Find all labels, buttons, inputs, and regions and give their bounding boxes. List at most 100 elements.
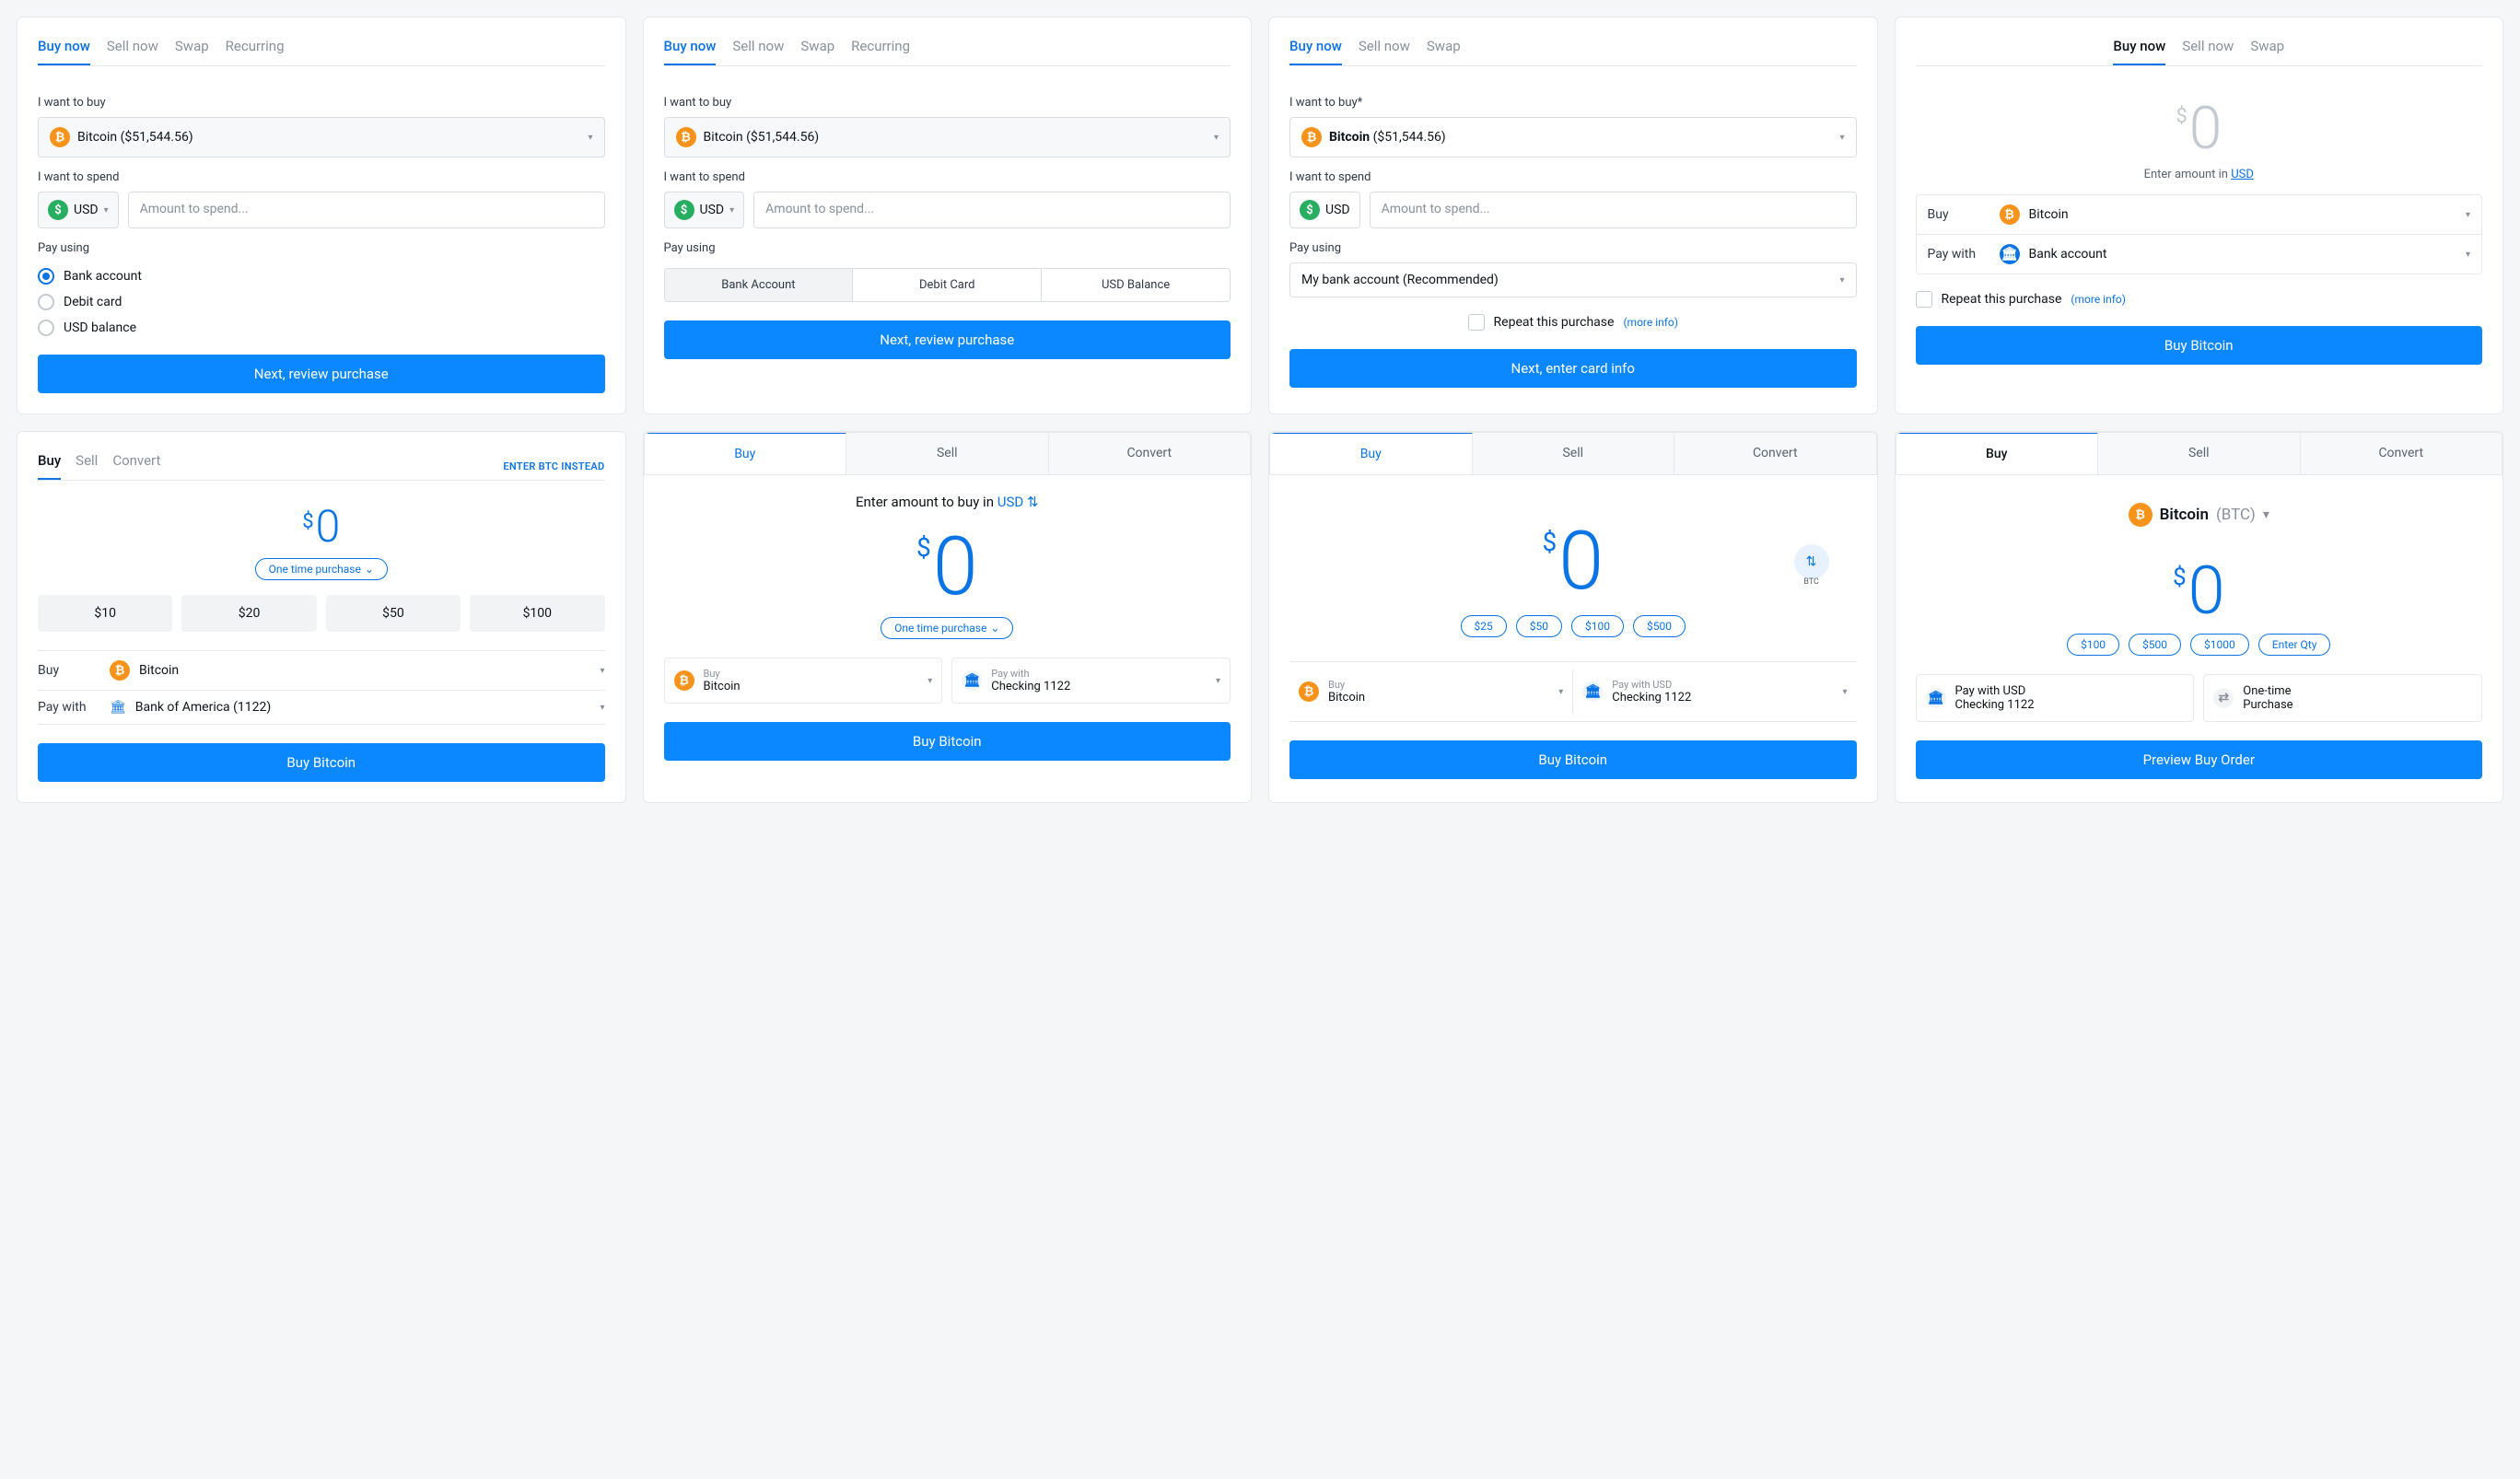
frequency-pill[interactable]: One time purchase ⌄: [881, 617, 1013, 639]
currency-link[interactable]: USD: [2231, 168, 2254, 181]
seg-usd-balance[interactable]: USD Balance: [1042, 269, 1230, 301]
buy-select[interactable]: Buy ₿ Bitcoin ▾: [38, 651, 605, 691]
pill-25[interactable]: $25: [1461, 615, 1507, 637]
tab-buy-now[interactable]: Buy now: [664, 38, 717, 65]
tab-sell[interactable]: Sell: [1473, 433, 1675, 474]
pay-with-select[interactable]: Pay with USDChecking 1122 ▾: [1573, 670, 1856, 714]
repeat-checkbox[interactable]: [1916, 291, 1932, 308]
pay-with-select[interactable]: Pay with Bank account ▾: [1917, 235, 2482, 274]
pay-method-select[interactable]: My bank account (Recommended) ▾: [1289, 262, 1857, 297]
tab-convert[interactable]: Convert: [1674, 433, 1876, 474]
radio-debit-card[interactable]: Debit card: [38, 294, 605, 310]
tab-sell[interactable]: Sell: [76, 452, 98, 480]
label-want-spend: I want to spend: [38, 170, 605, 184]
tab-buy-now[interactable]: Buy now: [2113, 38, 2165, 65]
frequency-pill[interactable]: One time purchase ⌄: [255, 558, 388, 580]
amount-display[interactable]: $ 0: [1916, 558, 2483, 624]
dollar-sign: $: [1542, 527, 1557, 557]
swap-currency-button[interactable]: ⇅ BTC: [1794, 544, 1829, 579]
next-button[interactable]: Next, enter card info: [1289, 349, 1857, 388]
amount-display[interactable]: $ 0: [38, 505, 605, 549]
chevron-down-icon: ▾: [1558, 687, 1563, 697]
currency-select[interactable]: $ USD: [1289, 192, 1360, 228]
asset-select[interactable]: ₿ Bitcoin ($51,544.56) ▾: [1289, 117, 1857, 157]
pill-50[interactable]: $50: [1516, 615, 1562, 637]
tab-sell[interactable]: Sell: [846, 433, 1049, 474]
buy-button[interactable]: Buy Bitcoin: [664, 722, 1231, 761]
hint: Enter amount in USD: [1916, 168, 2483, 181]
pay-radio-group: Bank account Debit card USD balance: [38, 268, 605, 336]
asset-select[interactable]: ₿ Bitcoin (BTC) ▾: [1916, 503, 2483, 527]
pay-with-select[interactable]: Pay with Bank of America (1122) ▾: [38, 691, 605, 724]
currency-link[interactable]: USD ⇅: [998, 494, 1039, 510]
chip-20[interactable]: $20: [181, 595, 316, 632]
tab-buy[interactable]: Buy: [1270, 432, 1473, 474]
pill-500[interactable]: $500: [1633, 615, 1686, 637]
tab-sell-now[interactable]: Sell now: [1359, 38, 1410, 65]
next-button[interactable]: Next, review purchase: [38, 355, 605, 393]
amount-value: 0: [2189, 99, 2222, 158]
card-buy-dropdown: Buy now Sell now Swap I want to buy* ₿ B…: [1268, 17, 1878, 414]
bank-icon: [1582, 681, 1603, 702]
tab-convert[interactable]: Convert: [2301, 433, 2502, 474]
buy-button[interactable]: Buy Bitcoin: [1289, 740, 1857, 779]
buy-select[interactable]: ₿ BuyBitcoin ▾: [1289, 670, 1573, 714]
tab-buy[interactable]: Buy: [38, 452, 61, 480]
pill-enter-qty[interactable]: Enter Qty: [2258, 634, 2331, 656]
amount-display[interactable]: $ 0 ⇅ BTC: [1317, 521, 1829, 602]
pill-100[interactable]: $100: [1571, 615, 1624, 637]
currency-select[interactable]: $ USD ▾: [38, 192, 119, 228]
buy-select[interactable]: Buy ₿ Bitcoin ▾: [1917, 195, 2482, 235]
more-info-link[interactable]: (more info): [2071, 293, 2126, 306]
next-button[interactable]: Next, review purchase: [664, 320, 1231, 359]
buy-button[interactable]: Buy Bitcoin: [38, 743, 605, 782]
tab-swap[interactable]: Swap: [2250, 38, 2284, 65]
enter-btc-link[interactable]: ENTER BTC INSTEAD: [503, 460, 604, 472]
radio-bank-account[interactable]: Bank account: [38, 268, 605, 285]
asset-select[interactable]: ₿ Bitcoin ($51,544.56) ▾: [38, 117, 605, 157]
pill-500[interactable]: $500: [2129, 634, 2181, 656]
pill-100[interactable]: $100: [2067, 634, 2119, 656]
pay-with-select[interactable]: Pay with USDChecking 1122: [1916, 674, 2195, 722]
chip-10[interactable]: $10: [38, 595, 172, 632]
card-buy-segment: Buy now Sell now Swap Recurring I want t…: [643, 17, 1253, 414]
buy-select[interactable]: ₿ BuyBitcoin ▾: [664, 658, 943, 704]
tab-swap[interactable]: Swap: [1427, 38, 1461, 65]
tab-convert[interactable]: Convert: [1049, 433, 1251, 474]
amount-input[interactable]: Amount to spend...: [128, 192, 605, 228]
seg-bank-account[interactable]: Bank Account: [665, 269, 854, 301]
pay-with-select[interactable]: Pay withChecking 1122 ▾: [951, 658, 1231, 704]
tab-sell-now[interactable]: Sell now: [2182, 38, 2234, 65]
currency-select[interactable]: $ USD ▾: [664, 192, 745, 228]
card-preview-order: Buy Sell Convert ₿ Bitcoin (BTC) ▾ $ 0 $…: [1895, 431, 2504, 803]
tab-recurring[interactable]: Recurring: [226, 38, 285, 65]
tab-swap[interactable]: Swap: [175, 38, 209, 65]
asset-select[interactable]: ₿ Bitcoin ($51,544.56) ▾: [664, 117, 1231, 157]
chip-50[interactable]: $50: [326, 595, 461, 632]
tab-sell-now[interactable]: Sell now: [732, 38, 784, 65]
tab-recurring[interactable]: Recurring: [851, 38, 910, 65]
tab-convert[interactable]: Convert: [112, 452, 160, 480]
tab-buy[interactable]: Buy: [1896, 432, 2099, 474]
pay-method-value: My bank account (Recommended): [1301, 273, 1499, 287]
amount-input[interactable]: Amount to spend...: [1370, 192, 1857, 228]
tab-swap[interactable]: Swap: [800, 38, 834, 65]
tab-sell[interactable]: Sell: [2098, 433, 2301, 474]
pill-1000[interactable]: $1000: [2190, 634, 2249, 656]
radio-icon: [38, 268, 54, 285]
tab-buy-now[interactable]: Buy now: [1289, 38, 1342, 65]
repeat-checkbox[interactable]: [1468, 314, 1485, 331]
amount-input[interactable]: Amount to spend...: [753, 192, 1231, 228]
tab-buy[interactable]: Buy: [645, 432, 847, 474]
preview-button[interactable]: Preview Buy Order: [1916, 740, 2483, 779]
seg-debit-card[interactable]: Debit Card: [853, 269, 1042, 301]
frequency-select[interactable]: One-timePurchase: [2203, 674, 2482, 722]
tab-buy-now[interactable]: Buy now: [38, 38, 90, 65]
tab-sell-now[interactable]: Sell now: [107, 38, 158, 65]
chip-100[interactable]: $100: [470, 595, 604, 632]
amount-display[interactable]: $ 0: [664, 527, 1231, 608]
amount-display[interactable]: $ 0: [1916, 99, 2483, 158]
more-info-link[interactable]: (more info): [1623, 316, 1678, 329]
radio-usd-balance[interactable]: USD balance: [38, 320, 605, 336]
buy-button[interactable]: Buy Bitcoin: [1916, 326, 2483, 365]
